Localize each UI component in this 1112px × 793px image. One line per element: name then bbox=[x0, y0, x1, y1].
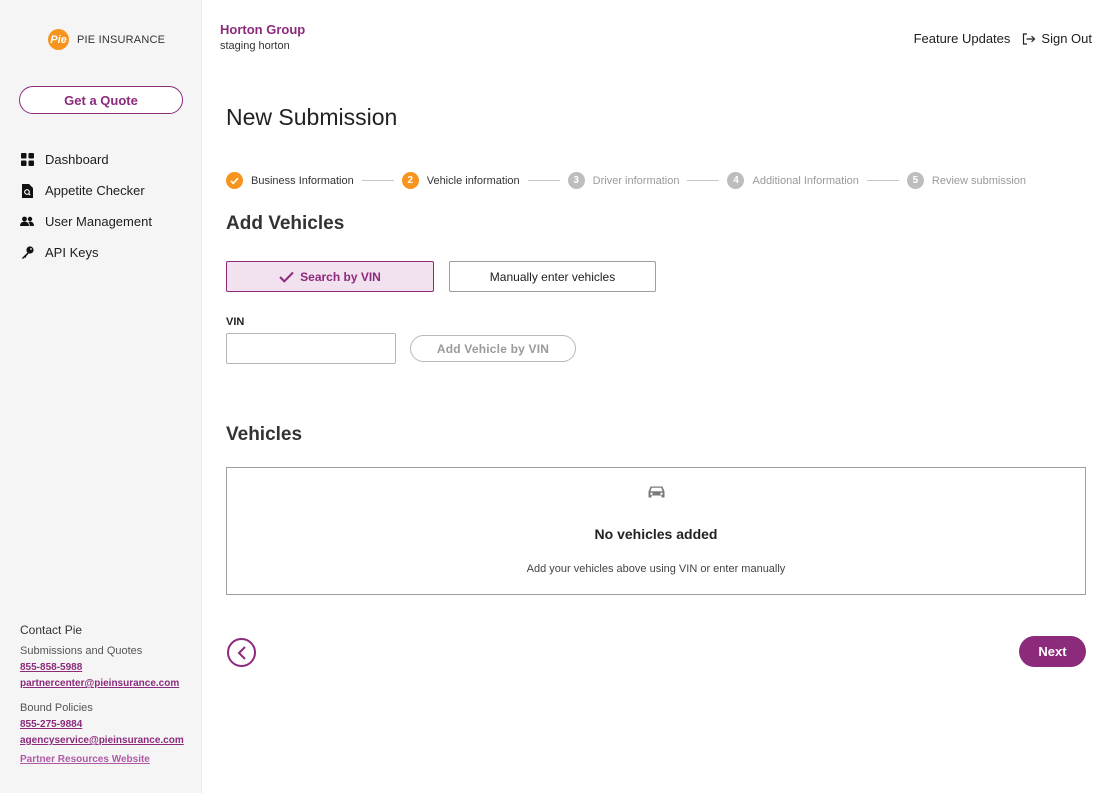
submissions-email-link[interactable]: partnercenter@pieinsurance.com bbox=[20, 678, 184, 689]
submissions-label: Submissions and Quotes bbox=[20, 645, 143, 657]
header-actions: Feature Updates Sign Out bbox=[914, 31, 1092, 46]
step-number: 4 bbox=[727, 172, 745, 189]
progress-stepper: Business Information 2 Vehicle informati… bbox=[226, 172, 1026, 189]
tab-label: Manually enter vehicles bbox=[489, 269, 616, 284]
step-connector bbox=[687, 180, 720, 181]
check-icon bbox=[226, 172, 243, 189]
step-driver-information: 3 Driver information bbox=[567, 172, 680, 189]
sidebar-item-api-keys[interactable]: API Keys bbox=[20, 237, 152, 268]
vin-input[interactable] bbox=[226, 333, 396, 364]
sidebar-item-dashboard[interactable]: Dashboard bbox=[20, 144, 152, 175]
step-vehicle-information: 2 Vehicle information bbox=[401, 172, 520, 189]
empty-state-subtitle: Add your vehicles above using VIN or ent… bbox=[526, 563, 786, 575]
tab-manually-enter-vehicles[interactable]: Manually enter vehicles bbox=[449, 261, 656, 292]
step-label: Review submission bbox=[931, 174, 1027, 187]
submissions-phone-link[interactable]: 855-858-5988 bbox=[20, 662, 184, 673]
feature-updates-link[interactable]: Feature Updates bbox=[914, 31, 1011, 46]
step-connector bbox=[866, 180, 899, 181]
next-button[interactable]: Next bbox=[1019, 636, 1086, 667]
step-connector bbox=[527, 180, 560, 181]
bound-email-link[interactable]: agencyservice@pieinsurance.com bbox=[20, 735, 184, 746]
contact-heading: Contact Pie bbox=[20, 623, 83, 637]
step-label: Additional Information bbox=[752, 174, 859, 187]
sign-out-icon bbox=[1023, 32, 1036, 45]
sidebar-item-label: API Keys bbox=[45, 245, 99, 260]
users-icon bbox=[20, 215, 34, 229]
org-info: Horton Group staging horton bbox=[220, 22, 305, 52]
step-label: Business Information bbox=[251, 174, 354, 187]
step-additional-information: 4 Additional Information bbox=[727, 172, 859, 189]
step-label: Driver information bbox=[592, 174, 680, 187]
step-label: Vehicle information bbox=[426, 174, 520, 187]
sidebar: Pie PIE INSURANCE Get a Quote Dashboard … bbox=[0, 0, 202, 793]
bound-phone-link[interactable]: 855-275-9884 bbox=[20, 719, 184, 730]
top-header: Horton Group staging horton Feature Upda… bbox=[202, 0, 1112, 74]
grid-icon bbox=[20, 153, 34, 167]
step-number: 5 bbox=[906, 172, 924, 189]
sidebar-item-label: Appetite Checker bbox=[45, 183, 145, 198]
sidebar-item-label: Dashboard bbox=[45, 152, 109, 167]
car-icon bbox=[647, 485, 666, 505]
sidebar-item-user-management[interactable]: User Management bbox=[20, 206, 152, 237]
key-icon bbox=[20, 246, 34, 260]
step-number: 3 bbox=[567, 172, 585, 189]
add-vehicle-by-vin-button[interactable]: Add Vehicle by VIN bbox=[410, 335, 576, 362]
check-icon bbox=[279, 271, 294, 283]
get-a-quote-button[interactable]: Get a Quote bbox=[19, 86, 183, 114]
vehicles-heading: Vehicles bbox=[226, 424, 303, 445]
step-connector bbox=[361, 180, 394, 181]
step-review-submission: 5 Review submission bbox=[906, 172, 1027, 189]
contact-section: Contact Pie Submissions and Quotes 855-8… bbox=[20, 623, 184, 770]
tab-search-by-vin[interactable]: Search by VIN bbox=[226, 261, 434, 292]
vehicles-list-empty-state: No vehicles added Add your vehicles abov… bbox=[226, 467, 1086, 595]
sidebar-nav: Dashboard Appetite Checker User Manageme… bbox=[20, 144, 152, 268]
add-vehicles-heading: Add Vehicles bbox=[226, 213, 345, 234]
pie-logo-icon: Pie bbox=[48, 29, 69, 50]
page-title: New Submission bbox=[226, 104, 398, 130]
back-button[interactable] bbox=[227, 638, 256, 667]
empty-state-title: No vehicles added bbox=[594, 526, 718, 542]
partner-resources-link[interactable]: Partner Resources Website bbox=[20, 754, 184, 765]
search-document-icon bbox=[20, 183, 34, 198]
sidebar-item-label: User Management bbox=[45, 214, 152, 229]
tab-label: Search by VIN bbox=[300, 269, 381, 284]
pie-insurance-logo[interactable]: Pie PIE INSURANCE bbox=[48, 29, 165, 50]
sidebar-item-appetite-checker[interactable]: Appetite Checker bbox=[20, 175, 152, 206]
bound-policies-label: Bound Policies bbox=[20, 702, 93, 714]
sign-out-button[interactable]: Sign Out bbox=[1022, 31, 1092, 46]
step-business-information: Business Information bbox=[226, 172, 354, 189]
sign-out-label: Sign Out bbox=[1041, 31, 1092, 46]
org-subtitle: staging horton bbox=[220, 40, 290, 52]
logo-text: PIE INSURANCE bbox=[77, 33, 166, 46]
chevron-left-icon bbox=[237, 645, 246, 660]
vin-label: VIN bbox=[226, 316, 245, 328]
step-number: 2 bbox=[401, 172, 419, 189]
org-name: Horton Group bbox=[220, 22, 306, 37]
